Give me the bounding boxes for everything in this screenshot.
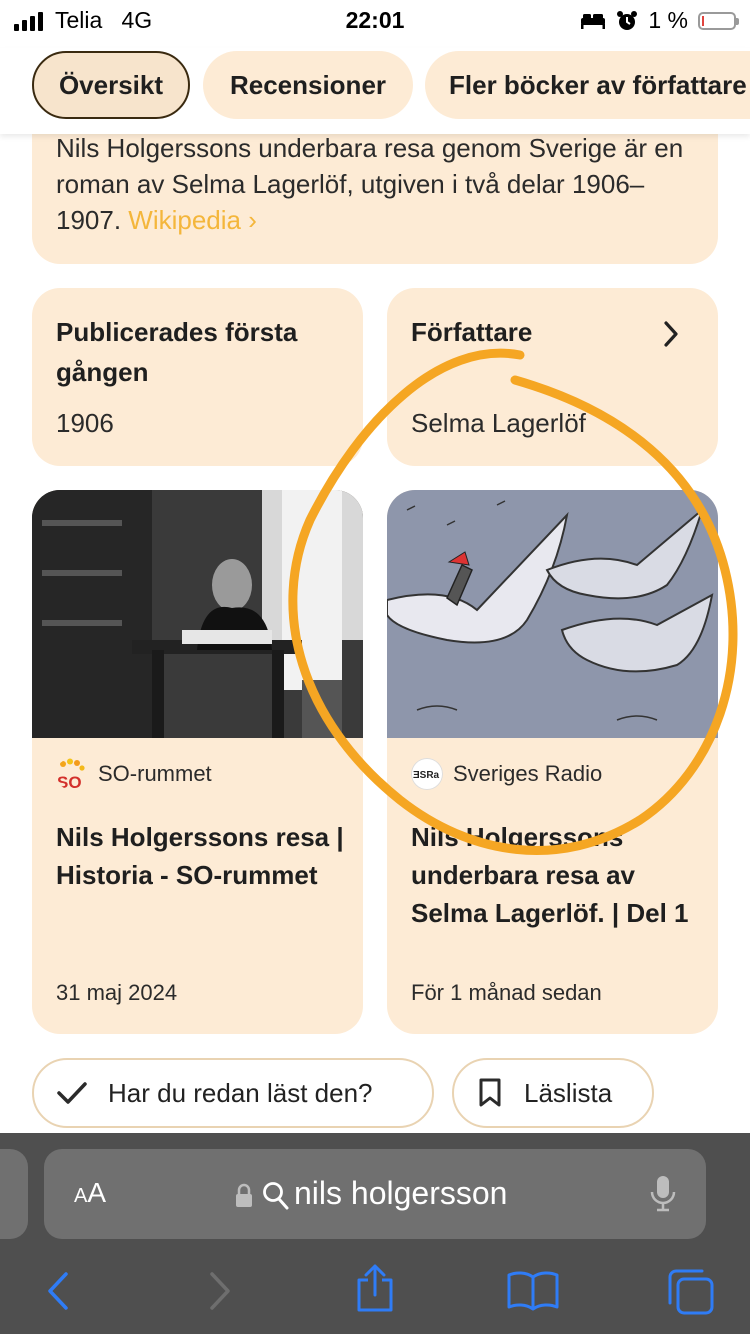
browser-toolbar: AA nils holgersson [0,1133,750,1334]
article-date: 31 maj 2024 [56,980,178,1005]
tabs-icon[interactable] [666,1267,716,1317]
share-icon[interactable] [354,1263,396,1313]
article-card-sveriges-radio[interactable]: ƎSRa Sveriges Radio Nils Holgerssons und… [387,490,718,1034]
svg-text:ƎSRa: ƎSRa [413,770,440,781]
article-source: ƎSRa Sveriges Radio [411,758,602,790]
author-card[interactable]: Författare Selma Lagerlöf [387,288,718,466]
previous-tab-preview[interactable] [0,1149,28,1239]
lock-icon [236,1183,252,1207]
alarm-icon [617,10,638,30]
reading-list-label: Läslista [524,1077,613,1108]
tab-more-books[interactable]: Fler böcker av författare [425,51,750,119]
sveriges-radio-logo-icon: ƎSRa [411,758,443,790]
article-title: Nils Holgerssons resa | Historia - SO-ru… [56,822,344,890]
back-icon[interactable] [44,1271,72,1311]
chevron-right-icon: › [248,205,257,235]
published-label: Publicerades första gången [56,317,298,387]
tab-bar: Översikt Recensioner Fler böcker av förf… [0,48,750,134]
description-body: Nils Holgerssons underbara resa genom Sv… [56,133,684,235]
already-read-label: Har du redan läst den? [108,1077,373,1108]
chevron-right-icon [664,321,678,347]
checkmark-icon [57,1082,87,1104]
article-source-name: Sveriges Radio [453,761,603,786]
search-query: nils holgersson [294,1175,508,1211]
tab-reviews[interactable]: Recensioner [203,51,413,119]
so-rummet-logo-icon: SO [57,758,85,790]
text-size-small-label: A [74,1185,88,1207]
svg-text:SO: SO [57,773,82,790]
article-thumbnail-photo [32,490,363,738]
tab-overview[interactable]: Översikt [32,51,190,119]
article-title: Nils Holgerssons underbara resa av Selma… [411,822,689,928]
text-size-large-label: A [87,1177,107,1208]
article-source-name: SO-rummet [98,761,212,786]
battery-percent: 1 % [648,7,688,33]
battery-icon [698,11,739,30]
status-bar: Telia 4G 22:01 1 % [0,0,750,40]
article-date: För 1 månad sedan [411,980,602,1005]
article-card-so-rummet[interactable]: SO SO-rummet Nils Holgerssons resa | His… [32,490,363,1034]
bookmark-icon [479,1078,501,1107]
bookmarks-icon[interactable] [506,1269,560,1311]
article-thumbnail-illustration [387,490,718,738]
reading-list-button[interactable]: Läslista [452,1058,654,1128]
search-icon [263,1182,289,1210]
status-right: 1 % [580,7,739,34]
article-source: SO SO-rummet [56,758,212,790]
description-text: Nils Holgerssons underbara resa genom Sv… [56,130,698,238]
bed-icon [581,13,606,29]
author-value: Selma Lagerlöf [411,408,586,438]
address-bar[interactable]: AA nils holgersson [44,1149,706,1239]
published-value: 1906 [56,408,114,438]
already-read-button[interactable]: Har du redan läst den? [32,1058,434,1128]
forward-icon[interactable] [206,1271,234,1311]
published-card: Publicerades första gången 1906 [32,288,363,466]
text-size-button[interactable]: AA [74,1177,106,1209]
author-label: Författare [411,317,533,347]
wikipedia-link-label: Wikipedia [128,205,242,235]
microphone-icon[interactable] [650,1175,676,1213]
wikipedia-link[interactable]: Wikipedia › [128,205,257,235]
